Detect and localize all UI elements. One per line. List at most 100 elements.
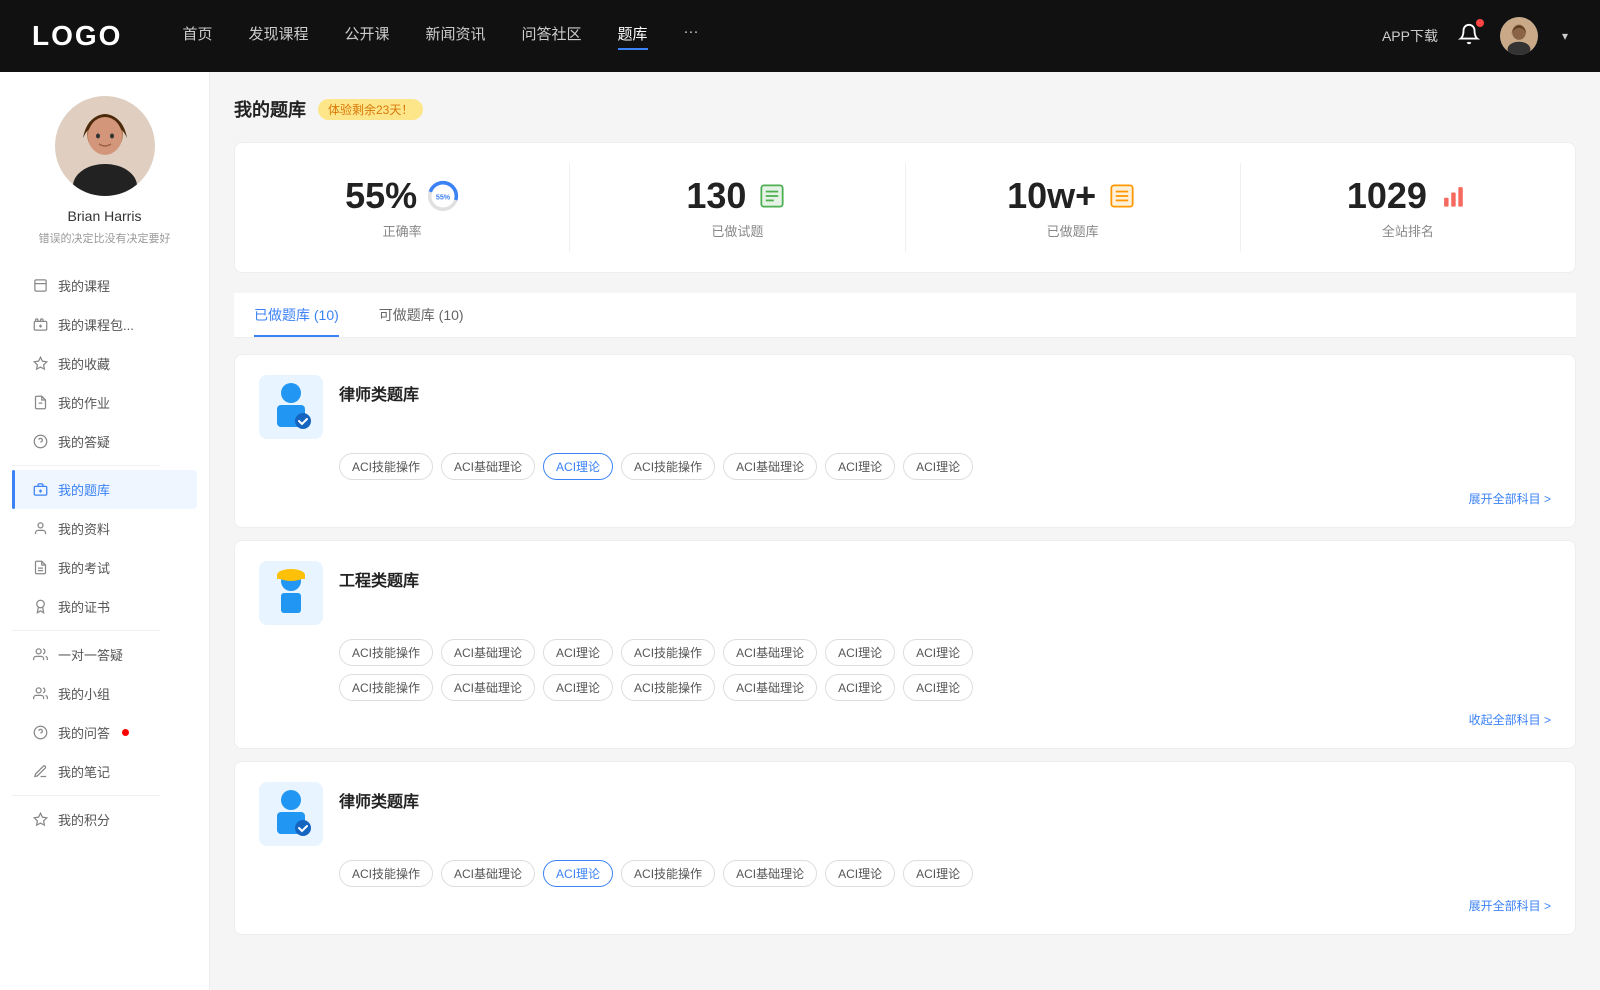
sidebar-item-note[interactable]: 我的笔记 [12, 752, 197, 791]
qbank-icon-engineer [259, 561, 323, 625]
tag-5[interactable]: ACI理论 [825, 453, 895, 480]
page-layout: Brian Harris 错误的决定比没有决定要好 我的课程 我的课程包... [0, 72, 1600, 990]
sidebar-item-bank[interactable]: 我的题库 [12, 470, 197, 509]
stat-accuracy: 55% 55% 正确率 [235, 163, 570, 252]
sidebar-item-cert[interactable]: 我的证书 [12, 587, 197, 626]
lawyer-figure-icon [267, 381, 315, 433]
sidebar-avatar [55, 96, 155, 196]
stat-done-questions-number: 130 [686, 175, 746, 217]
sidebar-item-exam-label: 我的考试 [58, 558, 110, 577]
stat-rank-main: 1029 [1347, 175, 1469, 217]
sidebar: Brian Harris 错误的决定比没有决定要好 我的课程 我的课程包... [0, 72, 210, 990]
eng-tag-2[interactable]: ACI理论 [543, 639, 613, 666]
eng-tag-6[interactable]: ACI理论 [903, 639, 973, 666]
tag-3[interactable]: ACI技能操作 [621, 453, 715, 480]
sidebar-item-package-label: 我的课程包... [58, 315, 134, 334]
tag-6[interactable]: ACI理论 [903, 453, 973, 480]
eng-tag-9[interactable]: ACI理论 [543, 674, 613, 701]
eng-tag-0[interactable]: ACI技能操作 [339, 639, 433, 666]
sidebar-item-favorites-label: 我的收藏 [58, 354, 110, 373]
collapse-link-engineer[interactable]: 收起全部科目 > [1469, 711, 1551, 728]
tag-2[interactable]: ACI理论 [543, 453, 613, 480]
eng-tag-13[interactable]: ACI理论 [903, 674, 973, 701]
qbank-tags-lawyer-2: ACI技能操作 ACI基础理论 ACI理论 ACI技能操作 ACI基础理论 AC… [339, 860, 1551, 887]
law2-tag-3[interactable]: ACI技能操作 [621, 860, 715, 887]
sidebar-avatar-image [55, 96, 155, 196]
sidebar-item-homework[interactable]: 我的作业 [12, 383, 197, 422]
sidebar-item-package[interactable]: 我的课程包... [12, 305, 197, 344]
sidebar-item-qa[interactable]: 我的答疑 [12, 422, 197, 461]
logo[interactable]: LOGO [32, 20, 122, 52]
sidebar-item-exam[interactable]: 我的考试 [12, 548, 197, 587]
stats-row: 55% 55% 正确率 130 [234, 142, 1576, 273]
eng-tag-12[interactable]: ACI理论 [825, 674, 895, 701]
nav-news[interactable]: 新闻资讯 [426, 23, 486, 50]
nav-qa[interactable]: 问答社区 [522, 23, 582, 50]
nav-courses[interactable]: 发现课程 [248, 23, 308, 50]
sidebar-item-profile[interactable]: 我的资料 [12, 509, 197, 548]
stat-accuracy-main: 55% 55% [345, 175, 459, 217]
eng-tag-8[interactable]: ACI基础理论 [441, 674, 535, 701]
qbank-header-lawyer-2: 律师类题库 [259, 782, 1551, 846]
tag-4[interactable]: ACI基础理论 [723, 453, 817, 480]
sidebar-item-oneone[interactable]: 一对一答疑 [12, 635, 197, 674]
eng-tag-5[interactable]: ACI理论 [825, 639, 895, 666]
nav-home[interactable]: 首页 [182, 23, 212, 50]
qa-icon [32, 434, 48, 450]
qbank-card-engineer: 工程类题库 ACI技能操作 ACI基础理论 ACI理论 ACI技能操作 ACI基… [234, 540, 1576, 749]
tab-done-banks[interactable]: 已做题库 (10) [234, 293, 359, 337]
qbank-title-lawyer-1: 律师类题库 [339, 375, 419, 405]
notification-bell[interactable] [1458, 23, 1480, 50]
eng-tag-7[interactable]: ACI技能操作 [339, 674, 433, 701]
app-download[interactable]: APP下载 [1382, 26, 1438, 46]
eng-tag-3[interactable]: ACI技能操作 [621, 639, 715, 666]
stat-rank: 1029 全站排名 [1241, 163, 1575, 252]
avatar[interactable] [1500, 17, 1538, 55]
bar-chart-icon [1437, 180, 1469, 212]
tab-available-banks[interactable]: 可做题库 (10) [359, 293, 484, 337]
eng-tag-10[interactable]: ACI技能操作 [621, 674, 715, 701]
qbank-tags-engineer-row2: ACI技能操作 ACI基础理论 ACI理论 ACI技能操作 ACI基础理论 AC… [339, 674, 1551, 701]
nav-bank[interactable]: 题库 [618, 23, 648, 50]
qbank-title-engineer: 工程类题库 [339, 561, 419, 591]
nav-links: 首页 发现课程 公开课 新闻资讯 问答社区 题库 ··· [182, 23, 1382, 50]
expand-link-lawyer-1[interactable]: 展开全部科目 > [1469, 490, 1551, 507]
law2-tag-2[interactable]: ACI理论 [543, 860, 613, 887]
stat-accuracy-number: 55% [345, 175, 417, 217]
eng-tag-4[interactable]: ACI基础理论 [723, 639, 817, 666]
lawyer-figure-icon-2 [267, 788, 315, 840]
nav-more[interactable]: ··· [684, 23, 699, 50]
sidebar-item-question[interactable]: 我的问答 [12, 713, 197, 752]
divider-2 [12, 630, 160, 631]
expand-link-lawyer-2[interactable]: 展开全部科目 > [1469, 897, 1551, 914]
qbank-icon-lawyer-1 [259, 375, 323, 439]
nav-open-course[interactable]: 公开课 [344, 23, 389, 50]
sidebar-item-score-label: 我的积分 [58, 810, 110, 829]
law2-tag-1[interactable]: ACI基础理论 [441, 860, 535, 887]
sidebar-item-group[interactable]: 我的小组 [12, 674, 197, 713]
sidebar-item-course[interactable]: 我的课程 [12, 266, 197, 305]
user-dropdown-arrow[interactable]: ▾ [1562, 29, 1568, 43]
sidebar-item-qa-label: 我的答疑 [58, 432, 110, 451]
eng-tag-1[interactable]: ACI基础理论 [441, 639, 535, 666]
avatar-image [1500, 17, 1538, 55]
law2-tag-0[interactable]: ACI技能操作 [339, 860, 433, 887]
law2-tag-4[interactable]: ACI基础理论 [723, 860, 817, 887]
sidebar-item-score[interactable]: 我的积分 [12, 800, 197, 839]
svg-text:55%: 55% [436, 194, 451, 202]
qbank-tags-lawyer-1: ACI技能操作 ACI基础理论 ACI理论 ACI技能操作 ACI基础理论 AC… [339, 453, 1551, 480]
law2-tag-5[interactable]: ACI理论 [825, 860, 895, 887]
sidebar-item-oneone-label: 一对一答疑 [58, 645, 123, 664]
sidebar-item-question-label: 我的问答 [58, 723, 110, 742]
stat-done-questions: 130 已做试题 [570, 163, 905, 252]
tag-0[interactable]: ACI技能操作 [339, 453, 433, 480]
chart-pie-icon: 55% [427, 180, 459, 212]
list-icon [756, 180, 788, 212]
eng-tag-11[interactable]: ACI基础理论 [723, 674, 817, 701]
law2-tag-6[interactable]: ACI理论 [903, 860, 973, 887]
stat-rank-number: 1029 [1347, 175, 1427, 217]
sidebar-item-favorites[interactable]: 我的收藏 [12, 344, 197, 383]
tag-1[interactable]: ACI基础理论 [441, 453, 535, 480]
homework-icon [32, 395, 48, 411]
qbank-header-engineer: 工程类题库 [259, 561, 1551, 625]
